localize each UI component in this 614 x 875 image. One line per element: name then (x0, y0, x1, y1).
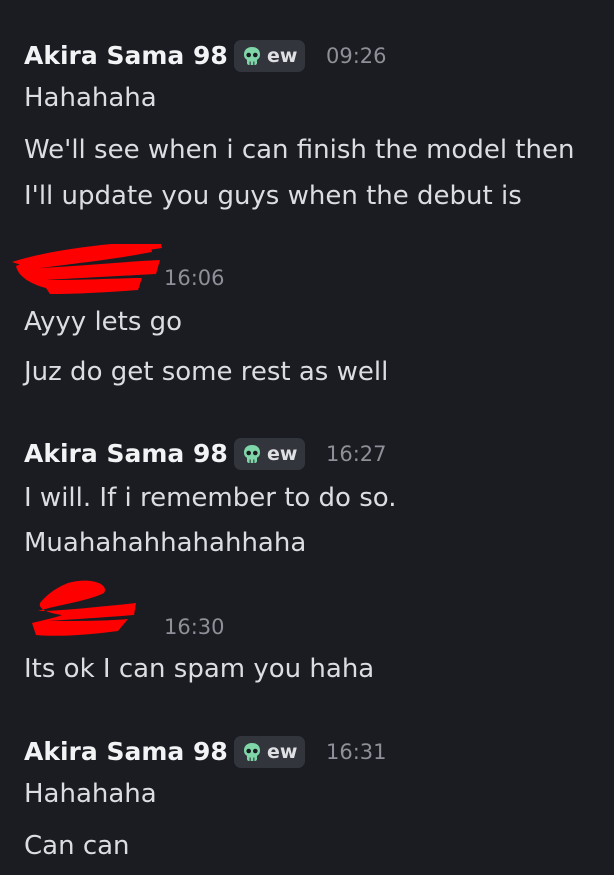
message-header: Akira Sama 98 ew 16:27 (24, 434, 614, 474)
tag-label: ew (267, 45, 298, 67)
message-text: We'll see when i can finish the model th… (24, 135, 575, 165)
tag-label: ew (267, 443, 298, 465)
message-group: Akira Sama 98 ew 16:31 Hahahaha Can can (24, 732, 614, 861)
skull-icon (244, 47, 260, 65)
user-tag[interactable]: ew (234, 40, 306, 72)
message-group: Akira Sama 98 ew 09:26 Hahahaha We'll se… (24, 36, 614, 211)
skull-icon (244, 445, 260, 463)
message-text: Juz do get some rest as well (24, 357, 389, 387)
message-text: Hahahaha (24, 83, 157, 113)
skull-icon (244, 743, 260, 761)
message-text: I will. If i remember to do so. (24, 483, 397, 513)
message-header: Akira Sama 98 ew 09:26 (24, 36, 614, 76)
timestamp[interactable]: 16:31 (326, 732, 387, 772)
timestamp[interactable]: 09:26 (326, 36, 387, 76)
message-text: Its ok I can spam you haha (24, 654, 375, 684)
timestamp[interactable]: 16:06 (164, 258, 225, 298)
author-name[interactable]: Akira Sama 98 (24, 732, 228, 772)
redaction-scribble (12, 244, 162, 294)
message-text: Ayyy lets go (24, 307, 183, 337)
message-group: Akira Sama 98 ew 16:27 I will. If i reme… (24, 434, 614, 558)
message-header: 16:06 (12, 244, 614, 298)
message-text: Can can (24, 831, 130, 861)
message-group: 16:06 Ayyy lets go Juz do get some rest … (12, 244, 614, 387)
message-text: Hahahaha (24, 779, 157, 809)
user-tag[interactable]: ew (234, 736, 306, 768)
message-group: 16:30 Its ok I can spam you haha (24, 580, 614, 684)
message-header: Akira Sama 98 ew 16:31 (24, 732, 614, 772)
message-text: I'll update you guys when the debut is (24, 181, 522, 211)
author-name[interactable]: Akira Sama 98 (24, 434, 228, 474)
message-text: Muahahahhahahhaha (24, 528, 307, 558)
timestamp[interactable]: 16:30 (164, 607, 225, 647)
tag-label: ew (267, 741, 298, 763)
timestamp[interactable]: 16:27 (326, 434, 387, 474)
author-name[interactable]: Akira Sama 98 (24, 36, 228, 76)
message-header: 16:30 (24, 580, 614, 647)
user-tag[interactable]: ew (234, 438, 306, 470)
redaction-scribble (32, 580, 136, 636)
